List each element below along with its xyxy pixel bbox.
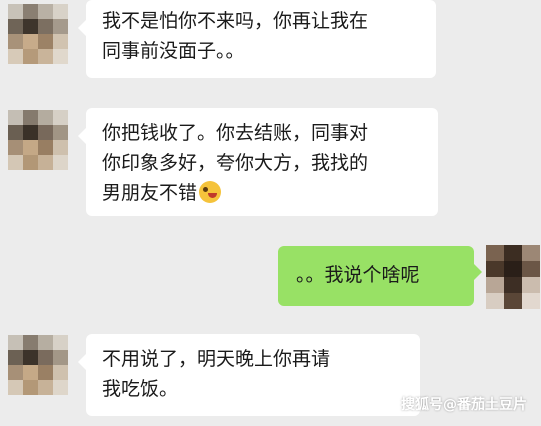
user-avatar[interactable] [486,245,540,309]
message-text: 你印象多好，夸你大方，我找的 [102,152,369,174]
grinning-face-emoji-icon [199,181,222,203]
message-bubble-incoming[interactable]: 我不是怕你不来吗，你再让我在 同事前没面子。。 [78,0,436,78]
message-text: 。。我说个啥呢 [296,264,420,286]
message-text: 你把钱收了。你去结账，同事对 [102,122,369,144]
watermark-text: 搜狐号@番茄土豆片 [401,397,527,413]
contact-avatar[interactable] [8,335,68,395]
message-bubble-incoming[interactable]: 你把钱收了。你去结账，同事对 你印象多好，夸你大方，我找的 男朋友不错 [78,108,438,216]
contact-avatar[interactable] [8,110,68,170]
message-text: 我不是怕你不来吗，你再让我在 [102,10,369,32]
message-text: 男朋友不错 [102,182,198,204]
message-bubble-incoming[interactable]: 不用说了，明天晚上你再请 我吃饭。 [78,334,420,416]
message-text: 我吃饭。 [102,378,179,400]
message-bubble-outgoing[interactable]: 。。我说个啥呢 [278,246,482,306]
message-text: 不用说了，明天晚上你再请 [102,348,331,370]
contact-avatar[interactable] [8,4,68,64]
message-text: 同事前没面子。。 [102,40,245,62]
